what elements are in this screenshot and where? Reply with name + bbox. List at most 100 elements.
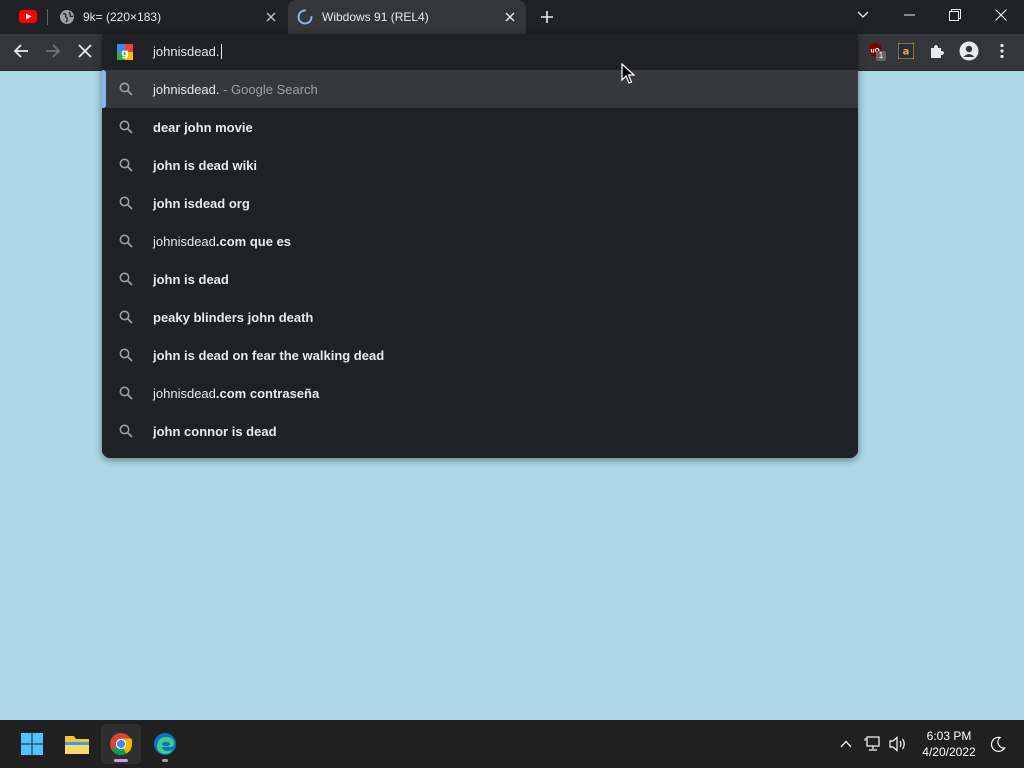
running-indicator [114,759,128,762]
tab-title: Wibdows 91 (REL4) [322,10,429,24]
restore-icon [949,9,961,21]
suggestion-text: johnisdead. - Google Search [153,82,318,97]
omnibox-suggestion[interactable]: johnisdead.com contraseña [102,374,858,412]
clock-date: 4/20/2022 [922,745,976,759]
new-tab-button[interactable] [532,0,562,34]
suggestion-text-part: .com que es [215,234,292,249]
back-button[interactable] [6,36,36,66]
running-indicator [162,759,168,762]
minimize-button[interactable] [886,0,932,30]
chevron-up-icon [840,740,852,748]
extension-badge: 1 [876,51,886,61]
tab-wibdows-active[interactable]: Wibdows 91 (REL4) [288,0,526,34]
profile-button[interactable] [954,36,984,66]
windows-start-icon [21,733,43,755]
more-vertical-icon [1000,43,1004,59]
search-icon [119,120,133,134]
suggestion-text-part: john connor is dead [153,424,277,439]
omnibox-suggestion[interactable]: johnisdead.com que es [102,222,858,260]
suggestion-text: johnisdead.com contraseña [153,386,319,401]
taskbar-chrome[interactable] [101,724,141,764]
loading-spinner-icon [297,9,313,30]
suggestion-text-part: johnisdead [153,234,216,249]
show-hidden-icons-button[interactable] [834,732,858,756]
close-icon [995,9,1007,21]
ublock-origin-icon: uO 1 [867,42,886,61]
suggestion-text-part: john is dead [153,272,229,287]
taskbar-edge[interactable] [145,724,185,764]
suggestion-text-part: dear john movie [153,120,253,135]
mouse-cursor-icon [621,63,635,84]
chrome-icon [110,733,133,755]
address-input[interactable]: johnisdead. [153,44,222,59]
search-icon [119,158,133,172]
search-icon [119,424,133,438]
close-window-button[interactable] [978,0,1024,30]
selection-indicator [102,70,106,108]
svg-text:a: a [903,47,910,58]
amazon-icon: a [898,43,914,59]
omnibox-suggestion[interactable]: johnisdead. - Google Search [102,70,858,108]
tab-search-button[interactable] [840,0,886,30]
suggestion-text: john connor is dead [153,424,277,439]
volume-button[interactable] [886,732,910,756]
focus-assist-button[interactable] [986,732,1010,756]
search-icon [119,234,133,248]
search-icon [119,386,133,400]
restore-button[interactable] [932,0,978,30]
suggestion-text-part: john is dead wiki [153,158,258,173]
search-icon [119,82,133,96]
suggestion-text: john is dead [153,272,229,287]
address-bar[interactable]: g johnisdead. [102,34,858,70]
clock-time: 6:03 PM [926,729,972,743]
amazon-extension-button[interactable]: a [891,36,921,66]
suggestion-text-part: - Google Search [219,82,318,97]
close-tab-icon[interactable] [263,9,279,25]
suggestion-text: john isdead org [153,196,250,211]
suggestion-text: peaky blinders john death [153,310,313,325]
forward-button[interactable] [38,36,68,66]
google-favicon: g [117,44,133,65]
chrome-menu-button[interactable] [987,36,1017,66]
search-icon [119,272,133,286]
globe-icon [59,9,75,30]
taskbar-file-explorer[interactable] [57,724,97,764]
close-tab-icon[interactable] [502,9,518,25]
edge-icon [154,733,176,755]
suggestion-text: john is dead on fear the walking dead [153,348,384,363]
tab-youtube[interactable] [8,0,46,34]
omnibox-suggestion[interactable]: peaky blinders john death [102,298,858,336]
omnibox-suggestion[interactable]: john isdead org [102,184,858,222]
tab-separator [47,9,48,25]
speaker-icon [889,736,905,752]
moon-icon [990,736,1006,752]
suggestion-text-part: johnisdead. [153,82,220,97]
address-input-text: johnisdead. [153,44,220,59]
arrow-right-icon [46,44,61,58]
minimize-icon [903,14,915,16]
network-button[interactable] [861,732,885,756]
chevron-down-icon [857,11,869,18]
omnibox-suggestion[interactable]: john is dead on fear the walking dead [102,336,858,374]
folder-icon [65,736,89,754]
suggestion-text-part: john is dead on fear the walking dead [153,348,385,363]
start-button[interactable] [12,724,52,764]
suggestion-text: johnisdead.com que es [153,234,291,249]
search-icon [119,348,133,362]
omnibox-suggestion[interactable]: john connor is dead [102,412,858,450]
omnibox-suggestion[interactable]: john is dead wiki [102,146,858,184]
search-icon [119,310,133,324]
text-caret [220,44,222,59]
tab-image[interactable]: 9k= (220×183) [50,0,286,34]
extensions-menu-button[interactable] [922,36,952,66]
ublock-extension-button[interactable]: uO 1 [861,36,891,66]
omnibox-suggestion[interactable]: john is dead [102,260,858,298]
suggestion-text-part: .com contraseña [215,386,320,401]
profile-avatar-icon [959,41,979,61]
suggestion-text-part: johnisdead [153,386,216,401]
arrow-left-icon [13,44,28,58]
omnibox-suggestion[interactable]: dear john movie [102,108,858,146]
taskbar-clock[interactable]: 6:03 PM 4/20/2022 [914,728,984,760]
stop-loading-button[interactable] [70,36,100,66]
omnibox-dropdown: g johnisdead. johnisdead. - Google Searc… [102,34,858,458]
